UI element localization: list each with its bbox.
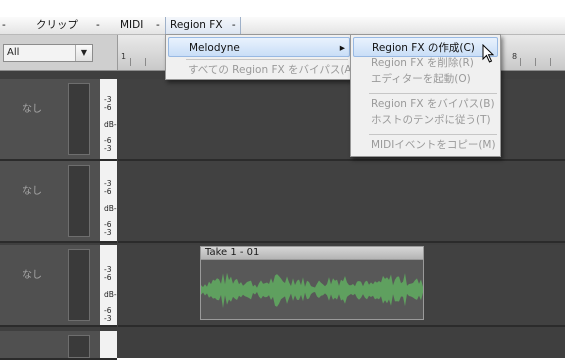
menu-separator: -: [156, 19, 160, 31]
ruler-tick: [520, 58, 521, 66]
menu-item-follow-host-tempo[interactable]: ホストのテンポに従う(T): [353, 110, 498, 130]
region-fx-menu: Melodyne ▸ すべての Region FX をバイパス(A): [165, 34, 356, 80]
menu-item-launch-editor[interactable]: エディターを起動(O): [353, 69, 498, 89]
menu-midi[interactable]: MIDI: [120, 17, 143, 34]
menu-item-label: MIDIイベントをコピー(M): [371, 139, 496, 151]
ruler-tick: [145, 58, 146, 66]
chevron-down-icon[interactable]: ▼: [75, 45, 92, 61]
ruler-tick: [550, 58, 551, 66]
submenu-arrow-icon: ▸: [339, 42, 345, 54]
menu-item-copy-midi[interactable]: MIDIイベントをコピー(M): [353, 135, 498, 155]
track-output-label: なし: [22, 104, 42, 115]
track-output-label: なし: [22, 270, 42, 281]
db-label: -3: [104, 228, 112, 237]
menu-item-label: Region FX をバイパス(B): [371, 98, 495, 110]
menu-item-melodyne[interactable]: Melodyne ▸: [168, 37, 350, 57]
menu-item-label: ホストのテンポに従う(T): [371, 114, 491, 126]
menu-region-fx-label: Region FX: [170, 19, 223, 31]
db-label: -6: [104, 103, 112, 112]
db-label: -3: [104, 144, 112, 153]
db-label: dB-: [104, 120, 117, 129]
level-meter: [68, 83, 90, 155]
menu-separator: -: [231, 19, 236, 31]
track-output-label: なし: [22, 186, 42, 197]
melodyne-submenu: Region FX の作成(C) Region FX を削除(R) エディターを…: [350, 34, 501, 157]
mouse-cursor-icon: [482, 44, 495, 63]
ruler-tick: [535, 58, 536, 66]
track-filter-value: All: [7, 47, 20, 58]
menu-item-label: すべての Region FX をバイパス(A): [188, 64, 356, 76]
track-filter-select[interactable]: All ▼: [3, 44, 93, 62]
menu-region-fx[interactable]: Region FX -: [165, 17, 241, 34]
meter-scale: [100, 331, 117, 358]
menu-separator: -: [96, 19, 100, 31]
menu-item-label: Melodyne: [189, 42, 240, 54]
db-label: -3: [104, 314, 112, 323]
menu-item-label: Region FX を削除(R): [371, 57, 474, 69]
menu-clip[interactable]: クリップ: [36, 17, 78, 34]
db-label: dB-: [104, 204, 117, 213]
ruler-label: 8: [512, 52, 518, 61]
level-meter: [68, 335, 90, 358]
db-label: -6: [104, 187, 112, 196]
level-meter: [68, 249, 90, 321]
menu-item-label: エディターを起動(O): [371, 73, 471, 85]
db-label: -6: [104, 273, 112, 282]
ruler-tick: [130, 58, 131, 66]
track-lane[interactable]: [118, 161, 565, 243]
waveform: [201, 272, 423, 309]
menu-item-bypass-all[interactable]: すべての Region FX をバイパス(A): [168, 60, 356, 80]
menu-bar: - クリップ - MIDI - Region FX -: [0, 17, 565, 35]
menu-separator: -: [2, 19, 6, 31]
level-meter: [68, 165, 90, 237]
db-label: dB-: [104, 290, 117, 299]
ruler-label: 1: [121, 52, 127, 61]
clip-title: Take 1 - 01: [200, 246, 424, 260]
